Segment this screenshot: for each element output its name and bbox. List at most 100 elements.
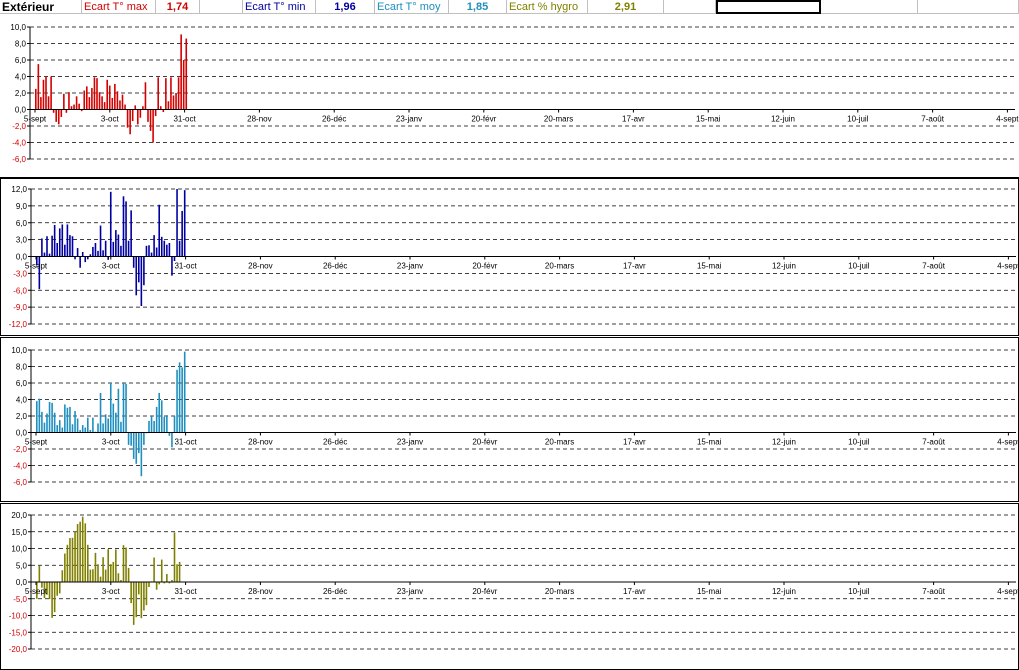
x-tick-label: 3-oct [102, 587, 121, 596]
y-tick-label: -6,0 [13, 478, 27, 487]
bar [117, 388, 120, 433]
bar [107, 549, 109, 582]
x-tick-label: 4-sept [997, 262, 1018, 271]
bar [130, 210, 132, 257]
bar [64, 553, 66, 582]
bar [143, 256, 145, 286]
chart-panel-tmoy: 10,0 8,0 6,0 4,0 2,0 0,0 -2,0 -4,0 -6,0 5-sept 3-o… [0, 337, 1019, 502]
bar [104, 569, 107, 582]
x-tick-label: 20-mars [544, 115, 573, 124]
bar [38, 565, 41, 582]
bar [48, 401, 51, 433]
bar [66, 407, 69, 433]
bar [127, 240, 130, 257]
x-tick-label: 28-nov [247, 115, 271, 124]
bar [101, 96, 103, 110]
bar [163, 416, 166, 433]
bar [96, 78, 98, 110]
x-tick-label: 26-déc [322, 115, 346, 124]
bar [158, 392, 160, 433]
bar [84, 427, 87, 433]
bar [185, 38, 188, 110]
bar [68, 92, 70, 110]
bar [73, 104, 75, 110]
bar [61, 570, 64, 582]
bar [154, 109, 157, 117]
bar [102, 423, 104, 433]
bar [160, 236, 163, 257]
bar [64, 244, 66, 257]
bar [115, 549, 117, 582]
bar [172, 95, 175, 110]
bar [61, 427, 64, 433]
x-tick-label: 17-avr [623, 587, 646, 596]
x-tick-label: 10-juil [848, 587, 870, 596]
chart-panel-hygro: 20,0 15,0 10,0 5,0 0,0 -5,0 -10,0 -15,0 -20,0 5-s… [0, 503, 1019, 670]
y-tick-label: 15,0 [11, 528, 27, 537]
bar [56, 243, 58, 257]
bar [155, 247, 158, 257]
bar [126, 109, 129, 128]
y-tick-label: 2,0 [16, 412, 28, 421]
bar [115, 412, 117, 433]
x-tick-label: 23-janv [397, 587, 423, 596]
x-tick-label: 10-juil [847, 115, 869, 124]
bar [41, 238, 43, 257]
bar [140, 432, 143, 477]
bar [121, 94, 124, 110]
bar [66, 224, 69, 257]
bar [138, 256, 140, 283]
bar [37, 64, 40, 110]
bar [58, 582, 61, 594]
header-spacer [918, 0, 1019, 14]
bar [171, 432, 173, 448]
chart-panel-tmin: 12,0 9,0 6,0 3,0 0,0 -3,0 -6,0 -9,0 -12,0 5-sept 3… [0, 178, 1019, 336]
y-tick-label: 10,0 [11, 545, 27, 554]
bar [84, 523, 87, 582]
bar [166, 415, 168, 433]
bar [60, 109, 63, 117]
x-tick-label: 28-nov [248, 438, 272, 447]
bar [83, 90, 86, 110]
x-tick-label: 28-nov [248, 587, 272, 596]
bar [122, 545, 125, 582]
bar [94, 243, 97, 257]
bar [178, 240, 181, 257]
bar [132, 582, 135, 625]
header-spacer [200, 0, 243, 14]
bar [94, 552, 97, 582]
bar [51, 235, 53, 257]
metric-label-tmin: Ecart T° min [243, 0, 316, 14]
bar [132, 432, 135, 459]
bar [81, 252, 84, 257]
x-tick-label: 20-mars [545, 587, 574, 596]
x-tick-label: 20-févr [472, 587, 497, 596]
bar [56, 425, 58, 433]
x-tick-label: 28-nov [248, 262, 272, 271]
header-input-box[interactable] [716, 0, 821, 14]
bar [102, 557, 104, 582]
x-tick-label: 4-sept [996, 115, 1019, 124]
bar [89, 569, 92, 582]
y-tick-label: 4,0 [16, 396, 28, 405]
y-tick-label: 8,0 [15, 40, 27, 49]
bar [69, 406, 71, 433]
bar [149, 109, 152, 131]
x-tick-label: 31-oct [173, 115, 196, 124]
header-bar: Extérieur Ecart T° max 1,74 Ecart T° min… [0, 0, 1019, 15]
y-tick-label: 12,0 [11, 185, 27, 194]
x-tick-label: 12-juin [772, 438, 796, 447]
y-tick-label: -4,0 [12, 139, 26, 148]
bar [120, 245, 122, 257]
bar [50, 76, 52, 110]
x-tick-label: 26-déc [323, 438, 347, 447]
bar [150, 416, 153, 433]
bar [43, 252, 46, 257]
bar [92, 246, 94, 257]
bar [76, 248, 79, 257]
bar [42, 79, 45, 110]
x-tick-label: 17-avr [622, 115, 645, 124]
x-tick-label: 3-oct [102, 438, 121, 447]
bar [64, 404, 66, 433]
bar [122, 383, 125, 433]
